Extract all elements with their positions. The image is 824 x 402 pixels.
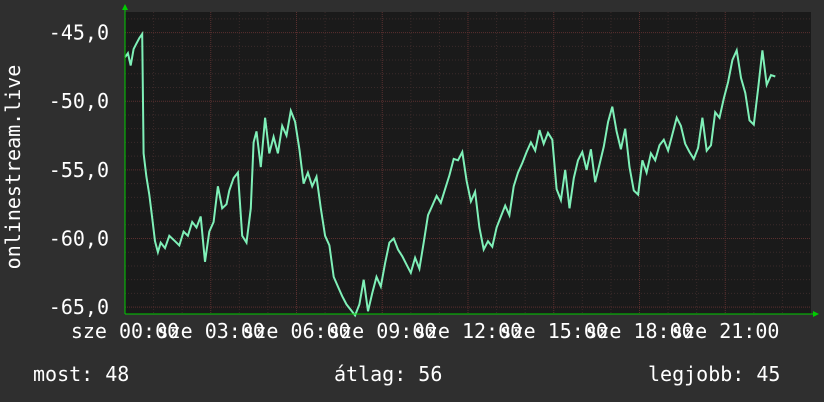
stat-best: legjobb: 45 [648, 362, 781, 386]
y-axis-arrow-icon [122, 4, 128, 10]
x-axis-arrow-icon [813, 311, 819, 317]
y-tick-label: -45,0 [49, 21, 109, 45]
x-tick-label: sze 21:00 [671, 319, 779, 343]
y-tick-label: -65,0 [49, 295, 109, 319]
y-ticks: -45,0 -50,0 -55,0 -60,0 -65,0 [49, 21, 109, 320]
stat-average: átlag: 56 [334, 362, 443, 386]
y-tick-label: -50,0 [49, 89, 109, 113]
stat-current: most: 48 [33, 362, 130, 386]
line-chart: -45,0 -50,0 -55,0 -60,0 -65,0 sze 00:00sze 0… [1, 4, 819, 343]
y-axis-label: onlinestream.live [1, 65, 25, 270]
y-tick-label: -60,0 [49, 227, 109, 251]
stats-bar: most: 48 átlag: 56 legjobb: 45 [0, 362, 824, 390]
x-ticks: sze 00:00sze 03:00sze 06:00sze 09:00sze … [71, 319, 780, 343]
y-tick-label: -55,0 [49, 158, 109, 182]
